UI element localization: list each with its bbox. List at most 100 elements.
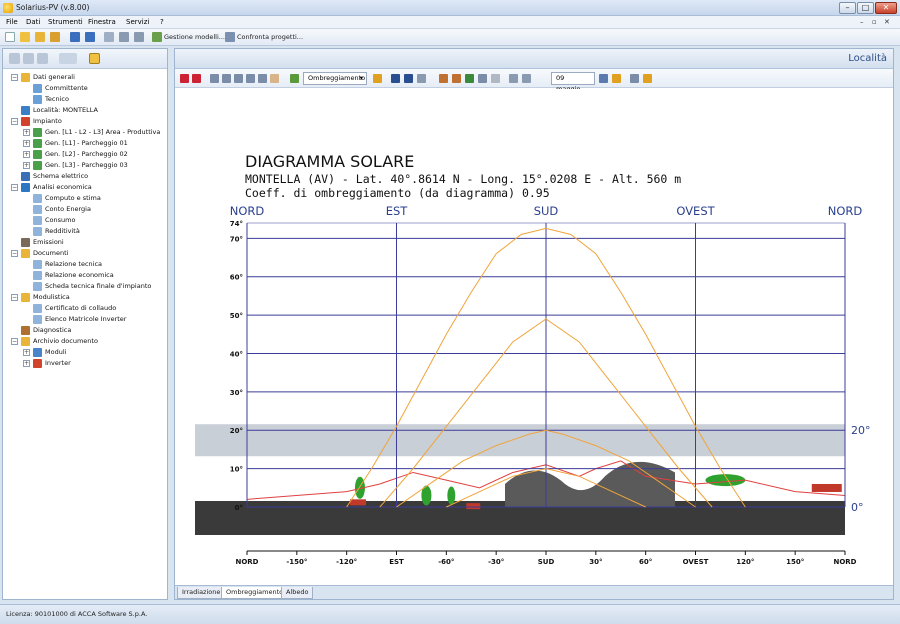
compare-icon[interactable]: [225, 32, 235, 42]
tree-item[interactable]: + Gen. [L2] - Parcheggio 02: [3, 149, 167, 160]
archive-icon[interactable]: [50, 32, 60, 42]
shading-dropdown[interactable]: Ombreggiamento ▾: [303, 72, 367, 85]
sun-icon[interactable]: [373, 74, 382, 83]
date-field[interactable]: 09 maggio: [551, 72, 595, 93]
active-view-icon[interactable]: [89, 53, 100, 64]
zoom-all-icon[interactable]: [222, 74, 231, 83]
tree-item[interactable]: − Impianto: [3, 116, 167, 127]
mdi-close-button[interactable]: ✕: [884, 18, 890, 26]
tree-item[interactable]: − Documenti: [3, 248, 167, 259]
house-icon[interactable]: [452, 74, 461, 83]
diagram-print-preview-icon[interactable]: [522, 74, 531, 83]
open-folder-icon[interactable]: [20, 32, 30, 42]
expand-icon[interactable]: +: [23, 349, 30, 356]
zoom-dynamic-icon[interactable]: [246, 74, 255, 83]
maximize-button[interactable]: □: [857, 2, 874, 14]
tree-item-label: Archivio documento: [33, 337, 98, 345]
tree-item[interactable]: Elenco Matricole Inverter: [3, 314, 167, 325]
tree-item[interactable]: Committente: [3, 83, 167, 94]
tree-item[interactable]: Scheda tecnica finale d'impianto: [3, 281, 167, 292]
tree-item[interactable]: Computo e stima: [3, 193, 167, 204]
tree-delete-icon[interactable]: [37, 53, 48, 64]
diagram-print-icon[interactable]: [509, 74, 518, 83]
collapse-icon[interactable]: −: [11, 338, 18, 345]
collapse-icon[interactable]: −: [11, 118, 18, 125]
tree-item[interactable]: + Gen. [L1 - L2 - L3] Area - Produttiva: [3, 127, 167, 138]
menu-finestra[interactable]: Finestra: [88, 18, 116, 26]
tree-item[interactable]: Schema elettrico: [3, 171, 167, 182]
align-icon[interactable]: [417, 74, 426, 83]
delete-obstacle-icon[interactable]: [491, 74, 500, 83]
tree-item[interactable]: Consumo: [3, 215, 167, 226]
zoom-previous-icon[interactable]: [234, 74, 243, 83]
close-button[interactable]: ✕: [875, 2, 897, 14]
menu-strumenti[interactable]: Strumenti: [48, 18, 83, 26]
tree-icon[interactable]: [465, 74, 474, 83]
menu-servizi[interactable]: Servizi: [126, 18, 149, 26]
zoom-extent-icon[interactable]: [258, 74, 267, 83]
tab-albedo[interactable]: Albedo: [281, 587, 314, 599]
tree-item[interactable]: − Dati generali: [3, 72, 167, 83]
move-icon[interactable]: [391, 74, 400, 83]
building-icon[interactable]: [439, 74, 448, 83]
gestione-modelli-button[interactable]: Gestione modelli...: [164, 33, 225, 41]
tree-item[interactable]: + Moduli: [3, 347, 167, 358]
new-file-icon[interactable]: [5, 32, 15, 42]
navigate-arrows-icon[interactable]: [59, 53, 77, 64]
tree-edit-icon[interactable]: [23, 53, 34, 64]
move-copy-icon[interactable]: [404, 74, 413, 83]
tab-ombreggiamento[interactable]: Ombreggiamento: [221, 587, 289, 599]
tree-item[interactable]: Redditività: [3, 226, 167, 237]
open-project-icon[interactable]: [35, 32, 45, 42]
expand-icon[interactable]: +: [23, 360, 30, 367]
tree-item[interactable]: Relazione economica: [3, 270, 167, 281]
tree-item[interactable]: − Modulistica: [3, 292, 167, 303]
tree-item[interactable]: Tecnico: [3, 94, 167, 105]
tab-irradiazione[interactable]: Irradiazione: [177, 587, 226, 599]
folder-icon: [21, 293, 30, 302]
calendar-icon[interactable]: [599, 74, 608, 83]
tree-item[interactable]: Conto Energia: [3, 204, 167, 215]
collapse-icon[interactable]: −: [11, 184, 18, 191]
collapse-icon[interactable]: −: [11, 294, 18, 301]
sun-position-icon[interactable]: [612, 74, 621, 83]
menu-dati[interactable]: Dati: [26, 18, 40, 26]
print-preview-icon[interactable]: [134, 32, 144, 42]
export-icon[interactable]: [630, 74, 639, 83]
tree-item[interactable]: Relazione tecnica: [3, 259, 167, 270]
expand-icon[interactable]: +: [23, 129, 30, 136]
models-icon[interactable]: [152, 32, 162, 42]
expand-icon[interactable]: +: [23, 162, 30, 169]
expand-icon[interactable]: +: [23, 140, 30, 147]
mdi-restore-button[interactable]: ▫: [872, 18, 877, 26]
minimize-button[interactable]: –: [839, 2, 856, 14]
tree-item[interactable]: − Analisi economica: [3, 182, 167, 193]
tree-item[interactable]: Emissioni: [3, 237, 167, 248]
mdi-minimize-button[interactable]: –: [860, 18, 864, 26]
settings-icon[interactable]: [643, 74, 652, 83]
tree-item[interactable]: + Gen. [L3] - Parcheggio 03: [3, 160, 167, 171]
collapse-icon[interactable]: −: [11, 250, 18, 257]
tree-item[interactable]: Località: MONTELLA: [3, 105, 167, 116]
undo-icon[interactable]: [104, 32, 114, 42]
save-all-icon[interactable]: [85, 32, 95, 42]
tree-item[interactable]: + Gen. [L1] - Parcheggio 01: [3, 138, 167, 149]
tree-item[interactable]: + Inverter: [3, 358, 167, 369]
zoom-window-icon[interactable]: [210, 74, 219, 83]
collapse-icon[interactable]: −: [11, 74, 18, 81]
zoom-out-icon[interactable]: [192, 74, 201, 83]
confronta-progetti-button[interactable]: Confronta progetti...: [237, 33, 303, 41]
print-icon[interactable]: [119, 32, 129, 42]
select-icon[interactable]: [478, 74, 487, 83]
tree-item[interactable]: Certificato di collaudo: [3, 303, 167, 314]
zoom-in-icon[interactable]: [180, 74, 189, 83]
menu-help[interactable]: ?: [160, 18, 164, 26]
pan-hand-icon[interactable]: [270, 74, 279, 83]
tree-view-icon[interactable]: [9, 53, 20, 64]
terrain-icon[interactable]: [290, 74, 299, 83]
expand-icon[interactable]: +: [23, 151, 30, 158]
save-icon[interactable]: [70, 32, 80, 42]
menu-file[interactable]: File: [6, 18, 18, 26]
tree-item[interactable]: − Archivio documento: [3, 336, 167, 347]
tree-item[interactable]: Diagnostica: [3, 325, 167, 336]
